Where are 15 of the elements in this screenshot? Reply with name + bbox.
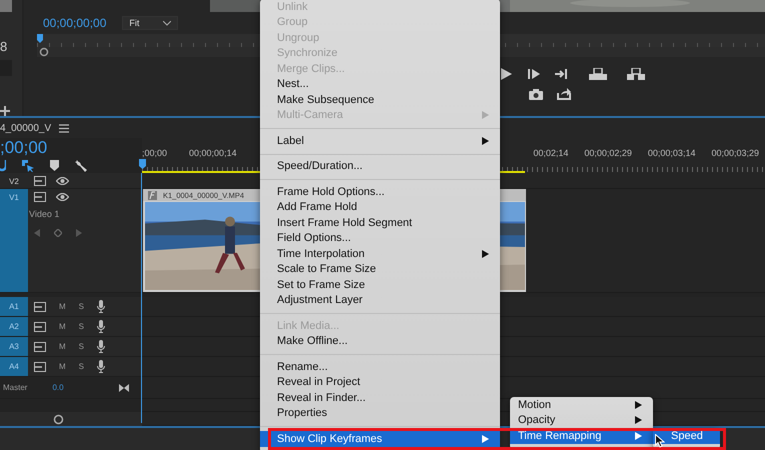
ruler-label: ;00;00 <box>142 148 168 158</box>
ruler-label: 00;00;02;29 <box>584 148 632 158</box>
track-name: V1 <box>9 193 19 204</box>
track-name: A2 <box>9 322 19 333</box>
track-label: Video 1 <box>29 209 60 219</box>
track-name: A3 <box>9 342 19 353</box>
ruler-label: 00;00;00;14 <box>189 148 237 158</box>
track-name: V2 <box>9 177 19 188</box>
ruler-label: 00;00;03;29 <box>711 148 759 158</box>
track-name: A4 <box>9 362 19 373</box>
panel-label: 8 <box>0 39 8 54</box>
ruler-label: 00;02;14 <box>533 148 568 158</box>
track-name: A1 <box>9 302 19 313</box>
ruler-label: 00;00;03;14 <box>648 148 696 158</box>
master-label: Master <box>3 383 28 392</box>
